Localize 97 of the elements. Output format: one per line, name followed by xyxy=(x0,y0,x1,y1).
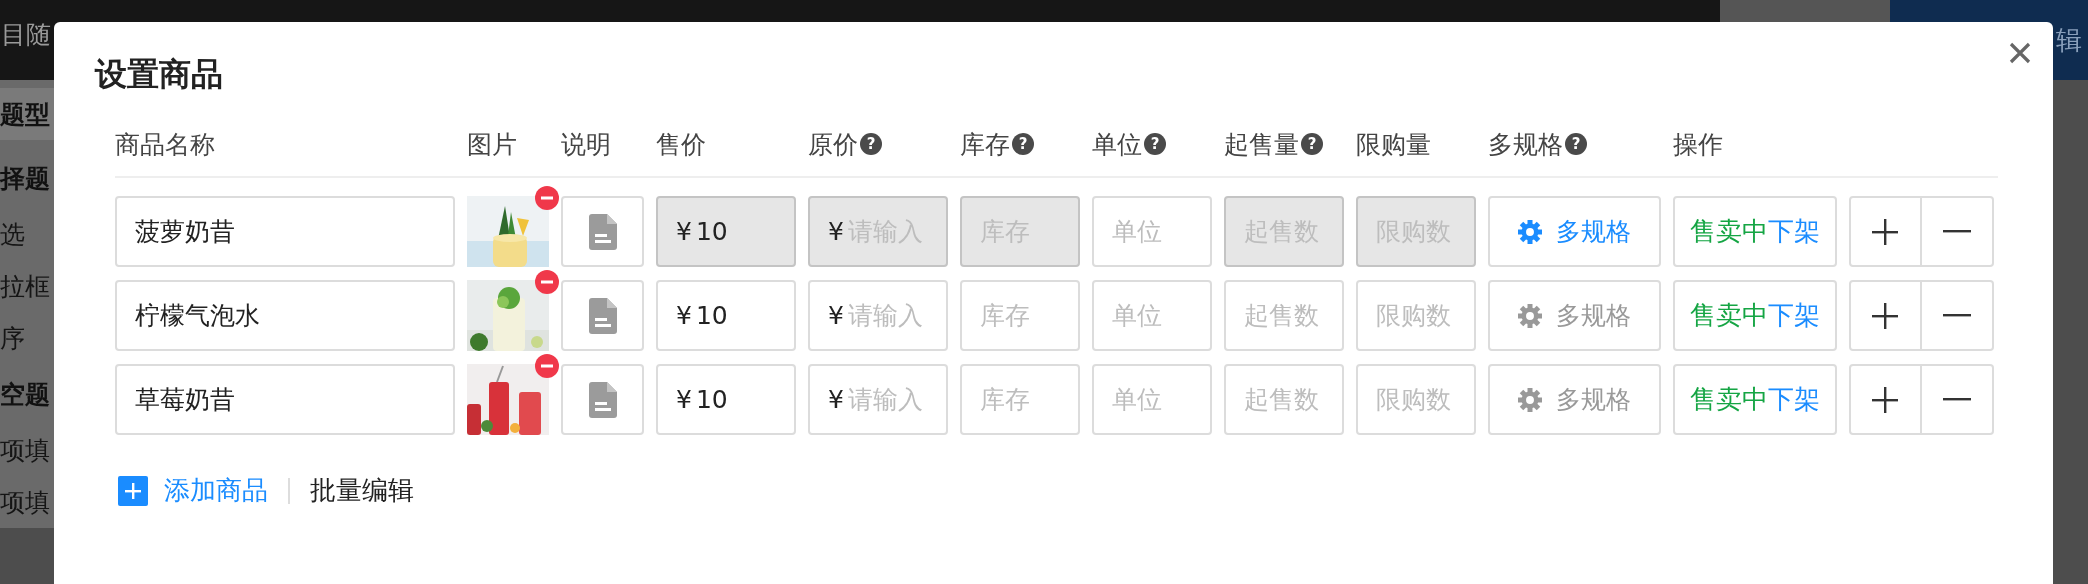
original-price-field[interactable]: ¥ 请输入 xyxy=(808,364,948,435)
close-icon[interactable] xyxy=(2009,42,2031,64)
placeholder: 起售数 xyxy=(1244,384,1319,416)
gear-icon xyxy=(1518,303,1542,328)
name-field[interactable]: 菠萝奶昔 xyxy=(115,196,455,267)
document-icon xyxy=(588,381,617,418)
limit-quantity-field[interactable]: 限购数 xyxy=(1356,280,1476,351)
description-button[interactable] xyxy=(561,196,644,267)
column-header: 商品名称 xyxy=(115,128,215,161)
placeholder: 请输入 xyxy=(847,300,923,332)
placeholder: 库存 xyxy=(980,384,1030,416)
unit-field[interactable]: 单位 xyxy=(1092,196,1212,267)
help-icon[interactable]: ? xyxy=(1012,133,1034,155)
page-title: 目随 xyxy=(1,18,51,51)
unit-field[interactable]: 单位 xyxy=(1092,364,1212,435)
name-field[interactable]: 柠檬气泡水 xyxy=(115,280,455,351)
sidebar-item[interactable]: 项填 xyxy=(0,476,54,528)
currency-sign: ¥ xyxy=(676,217,692,246)
column-header: 库存 xyxy=(960,128,1010,161)
price-value: 10 xyxy=(695,385,728,414)
currency-sign: ¥ xyxy=(828,217,844,246)
sidebar-heading: 择题 xyxy=(0,162,51,195)
sidebar-item[interactable]: 序 xyxy=(0,312,54,364)
add-row-button[interactable] xyxy=(1849,196,1922,267)
remove-icon[interactable] xyxy=(535,270,559,294)
multi-spec-button[interactable]: 多规格 xyxy=(1488,196,1661,267)
column-header: 操作 xyxy=(1673,128,1723,161)
plus-icon xyxy=(118,475,148,506)
sidebar-tab[interactable]: 题型 xyxy=(0,88,54,140)
price-value: 10 xyxy=(695,217,728,246)
add-goods-button[interactable]: 添加商品 xyxy=(118,473,268,508)
column-header: 图片 xyxy=(467,128,517,161)
unit-field[interactable]: 单位 xyxy=(1092,280,1212,351)
dialog-title: 设置商品 xyxy=(95,54,223,95)
sidebar-heading: 空题 xyxy=(0,378,51,411)
min-quantity-field[interactable]: 起售数 xyxy=(1224,364,1344,435)
delist-link[interactable]: 下架 xyxy=(1768,298,1820,333)
placeholder: 库存 xyxy=(980,300,1030,332)
status-label: 售卖中 xyxy=(1690,383,1768,416)
help-icon[interactable]: ? xyxy=(1565,133,1587,155)
description-button[interactable] xyxy=(561,364,644,435)
price-value: 10 xyxy=(695,301,728,330)
placeholder: 单位 xyxy=(1112,300,1162,332)
column-header: 单位 xyxy=(1092,128,1142,161)
delist-link[interactable]: 下架 xyxy=(1768,214,1820,249)
plus-icon xyxy=(1872,386,1899,413)
column-header: 多规格 xyxy=(1488,128,1563,161)
minus-icon xyxy=(1942,230,1971,233)
placeholder: 起售数 xyxy=(1244,300,1319,332)
add-row-button[interactable] xyxy=(1849,364,1922,435)
placeholder: 限购数 xyxy=(1376,300,1451,332)
status-label: 售卖中 xyxy=(1690,299,1768,332)
help-icon[interactable]: ? xyxy=(1301,133,1323,155)
remove-icon[interactable] xyxy=(535,186,559,210)
placeholder: 单位 xyxy=(1112,216,1162,248)
stock-field[interactable]: 库存 xyxy=(960,364,1080,435)
header-link[interactable]: 辑 xyxy=(2056,22,2088,58)
column-header: 说明 xyxy=(561,128,611,161)
minus-icon xyxy=(1942,314,1971,317)
stock-field[interactable]: 库存 xyxy=(960,280,1080,351)
column-header: 售价 xyxy=(656,128,706,161)
name-field[interactable]: 草莓奶昔 xyxy=(115,364,455,435)
gear-icon xyxy=(1518,387,1542,412)
remove-icon[interactable] xyxy=(535,354,559,378)
currency-sign: ¥ xyxy=(676,385,692,414)
plus-icon xyxy=(1872,302,1899,329)
gear-icon xyxy=(1518,219,1542,244)
column-header: 原价 xyxy=(808,128,858,161)
plus-icon xyxy=(1872,218,1899,245)
currency-sign: ¥ xyxy=(828,301,844,330)
add-row-button[interactable] xyxy=(1849,280,1922,351)
batch-edit-button[interactable]: 批量编辑 xyxy=(310,473,414,508)
delist-link[interactable]: 下架 xyxy=(1768,382,1820,417)
sidebar-item[interactable]: 拉框 xyxy=(0,260,54,312)
limit-quantity-field[interactable]: 限购数 xyxy=(1356,364,1476,435)
original-price-field[interactable]: ¥ 请输入 xyxy=(808,280,948,351)
column-header: 限购量 xyxy=(1356,128,1431,161)
multi-spec-button[interactable]: 多规格 xyxy=(1488,364,1661,435)
currency-sign: ¥ xyxy=(828,385,844,414)
placeholder: 请输入 xyxy=(847,384,923,416)
document-icon xyxy=(588,213,617,250)
placeholder: 单位 xyxy=(1112,384,1162,416)
help-icon[interactable]: ? xyxy=(1144,133,1166,155)
price-field[interactable]: ¥ 10 xyxy=(656,364,796,435)
status-label: 售卖中 xyxy=(1690,215,1768,248)
currency-sign: ¥ xyxy=(676,301,692,330)
sidebar-item[interactable]: 选 xyxy=(0,208,54,260)
document-icon xyxy=(588,297,617,334)
sidebar-item[interactable]: 项填 xyxy=(0,424,54,476)
price-field[interactable]: ¥ 10 xyxy=(656,280,796,351)
column-header: 起售量 xyxy=(1224,128,1299,161)
multi-spec-button[interactable]: 多规格 xyxy=(1488,280,1661,351)
help-icon[interactable]: ? xyxy=(860,133,882,155)
placeholder: 限购数 xyxy=(1376,384,1451,416)
description-button[interactable] xyxy=(561,280,644,351)
minus-icon xyxy=(1942,398,1971,401)
min-quantity-field[interactable]: 起售数 xyxy=(1224,280,1344,351)
